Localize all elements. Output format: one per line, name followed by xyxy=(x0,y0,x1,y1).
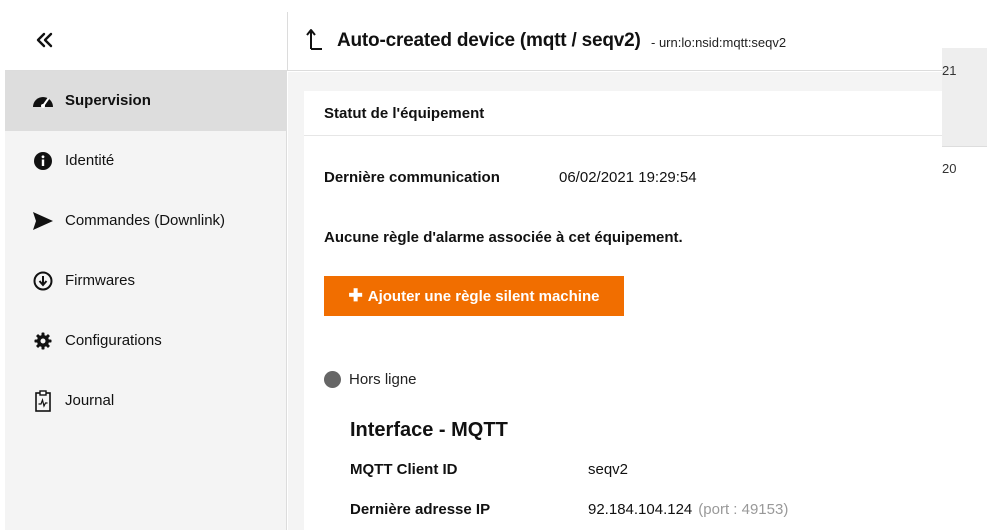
sidebar-item-configurations[interactable]: Configurations xyxy=(5,311,287,371)
card-title: Statut de l'équipement xyxy=(324,105,485,122)
send-icon xyxy=(32,210,54,232)
back-arrow-icon[interactable] xyxy=(305,27,325,53)
port-text: (port : 49153) xyxy=(698,501,789,518)
download-icon xyxy=(32,270,54,292)
header-divider xyxy=(287,12,288,71)
alarm-note: Aucune règle d'alarme associée à cet équ… xyxy=(324,229,683,246)
info-icon xyxy=(32,150,54,172)
add-rule-button-label: Ajouter une règle silent machine xyxy=(367,287,600,305)
plus-icon: ✚ xyxy=(348,286,363,305)
sidebar-item-commandes[interactable]: Commandes (Downlink) xyxy=(5,191,287,251)
modal-header: Auto-created device (mqtt / seqv2) - urn… xyxy=(5,12,942,71)
last-communication-label: Dernière communication xyxy=(324,169,500,186)
device-urn: - urn:lo:nsid:mqtt:seqv2 xyxy=(651,35,787,50)
sidebar: Supervision Identité Commandes (Downlink… xyxy=(5,71,287,530)
clipboard-icon xyxy=(32,390,54,412)
last-ip-value-row: 92.184.104.124 (port : 49153) xyxy=(588,501,788,518)
status-card: Statut de l'équipement Dernière communic… xyxy=(304,91,942,530)
background-value-top: 21 xyxy=(942,63,957,78)
mqtt-client-id-value: seqv2 xyxy=(588,461,629,478)
sidebar-item-label: Configurations xyxy=(65,332,162,349)
mqtt-client-id-label: MQTT Client ID xyxy=(350,461,458,478)
last-ip-value: 92.184.104.124 xyxy=(588,501,693,518)
sidebar-item-label: Identité xyxy=(65,152,115,169)
background-divider xyxy=(942,146,987,147)
sidebar-item-label: Commandes (Downlink) xyxy=(65,212,226,229)
gauge-icon xyxy=(32,90,54,112)
status-text: Hors ligne xyxy=(349,371,417,388)
main-content: Statut de l'équipement Dernière communic… xyxy=(288,72,942,530)
background-value-bottom: 20 xyxy=(942,161,957,176)
last-communication-value: 06/02/2021 19:29:54 xyxy=(559,169,697,186)
sidebar-item-label: Supervision xyxy=(65,92,151,109)
sidebar-item-label: Firmwares xyxy=(65,272,135,289)
status-dot-icon xyxy=(324,371,341,388)
sidebar-item-firmwares[interactable]: Firmwares xyxy=(5,251,287,311)
page-title: Auto-created device (mqtt / seqv2) xyxy=(337,30,641,51)
card-header: Statut de l'équipement xyxy=(304,91,942,136)
add-silent-machine-rule-button[interactable]: ✚ Ajouter une règle silent machine xyxy=(324,276,624,316)
gear-icon xyxy=(32,330,54,352)
sidebar-item-identite[interactable]: Identité xyxy=(5,131,287,191)
double-chevron-left-icon[interactable] xyxy=(33,28,57,52)
sidebar-item-label: Journal xyxy=(65,392,115,409)
sidebar-item-supervision[interactable]: Supervision xyxy=(5,71,287,131)
sidebar-item-journal[interactable]: Journal xyxy=(5,371,287,431)
interface-title: Interface - MQTT xyxy=(350,419,508,441)
last-ip-label: Dernière adresse IP xyxy=(350,501,491,518)
device-modal: Auto-created device (mqtt / seqv2) - urn… xyxy=(5,12,942,530)
